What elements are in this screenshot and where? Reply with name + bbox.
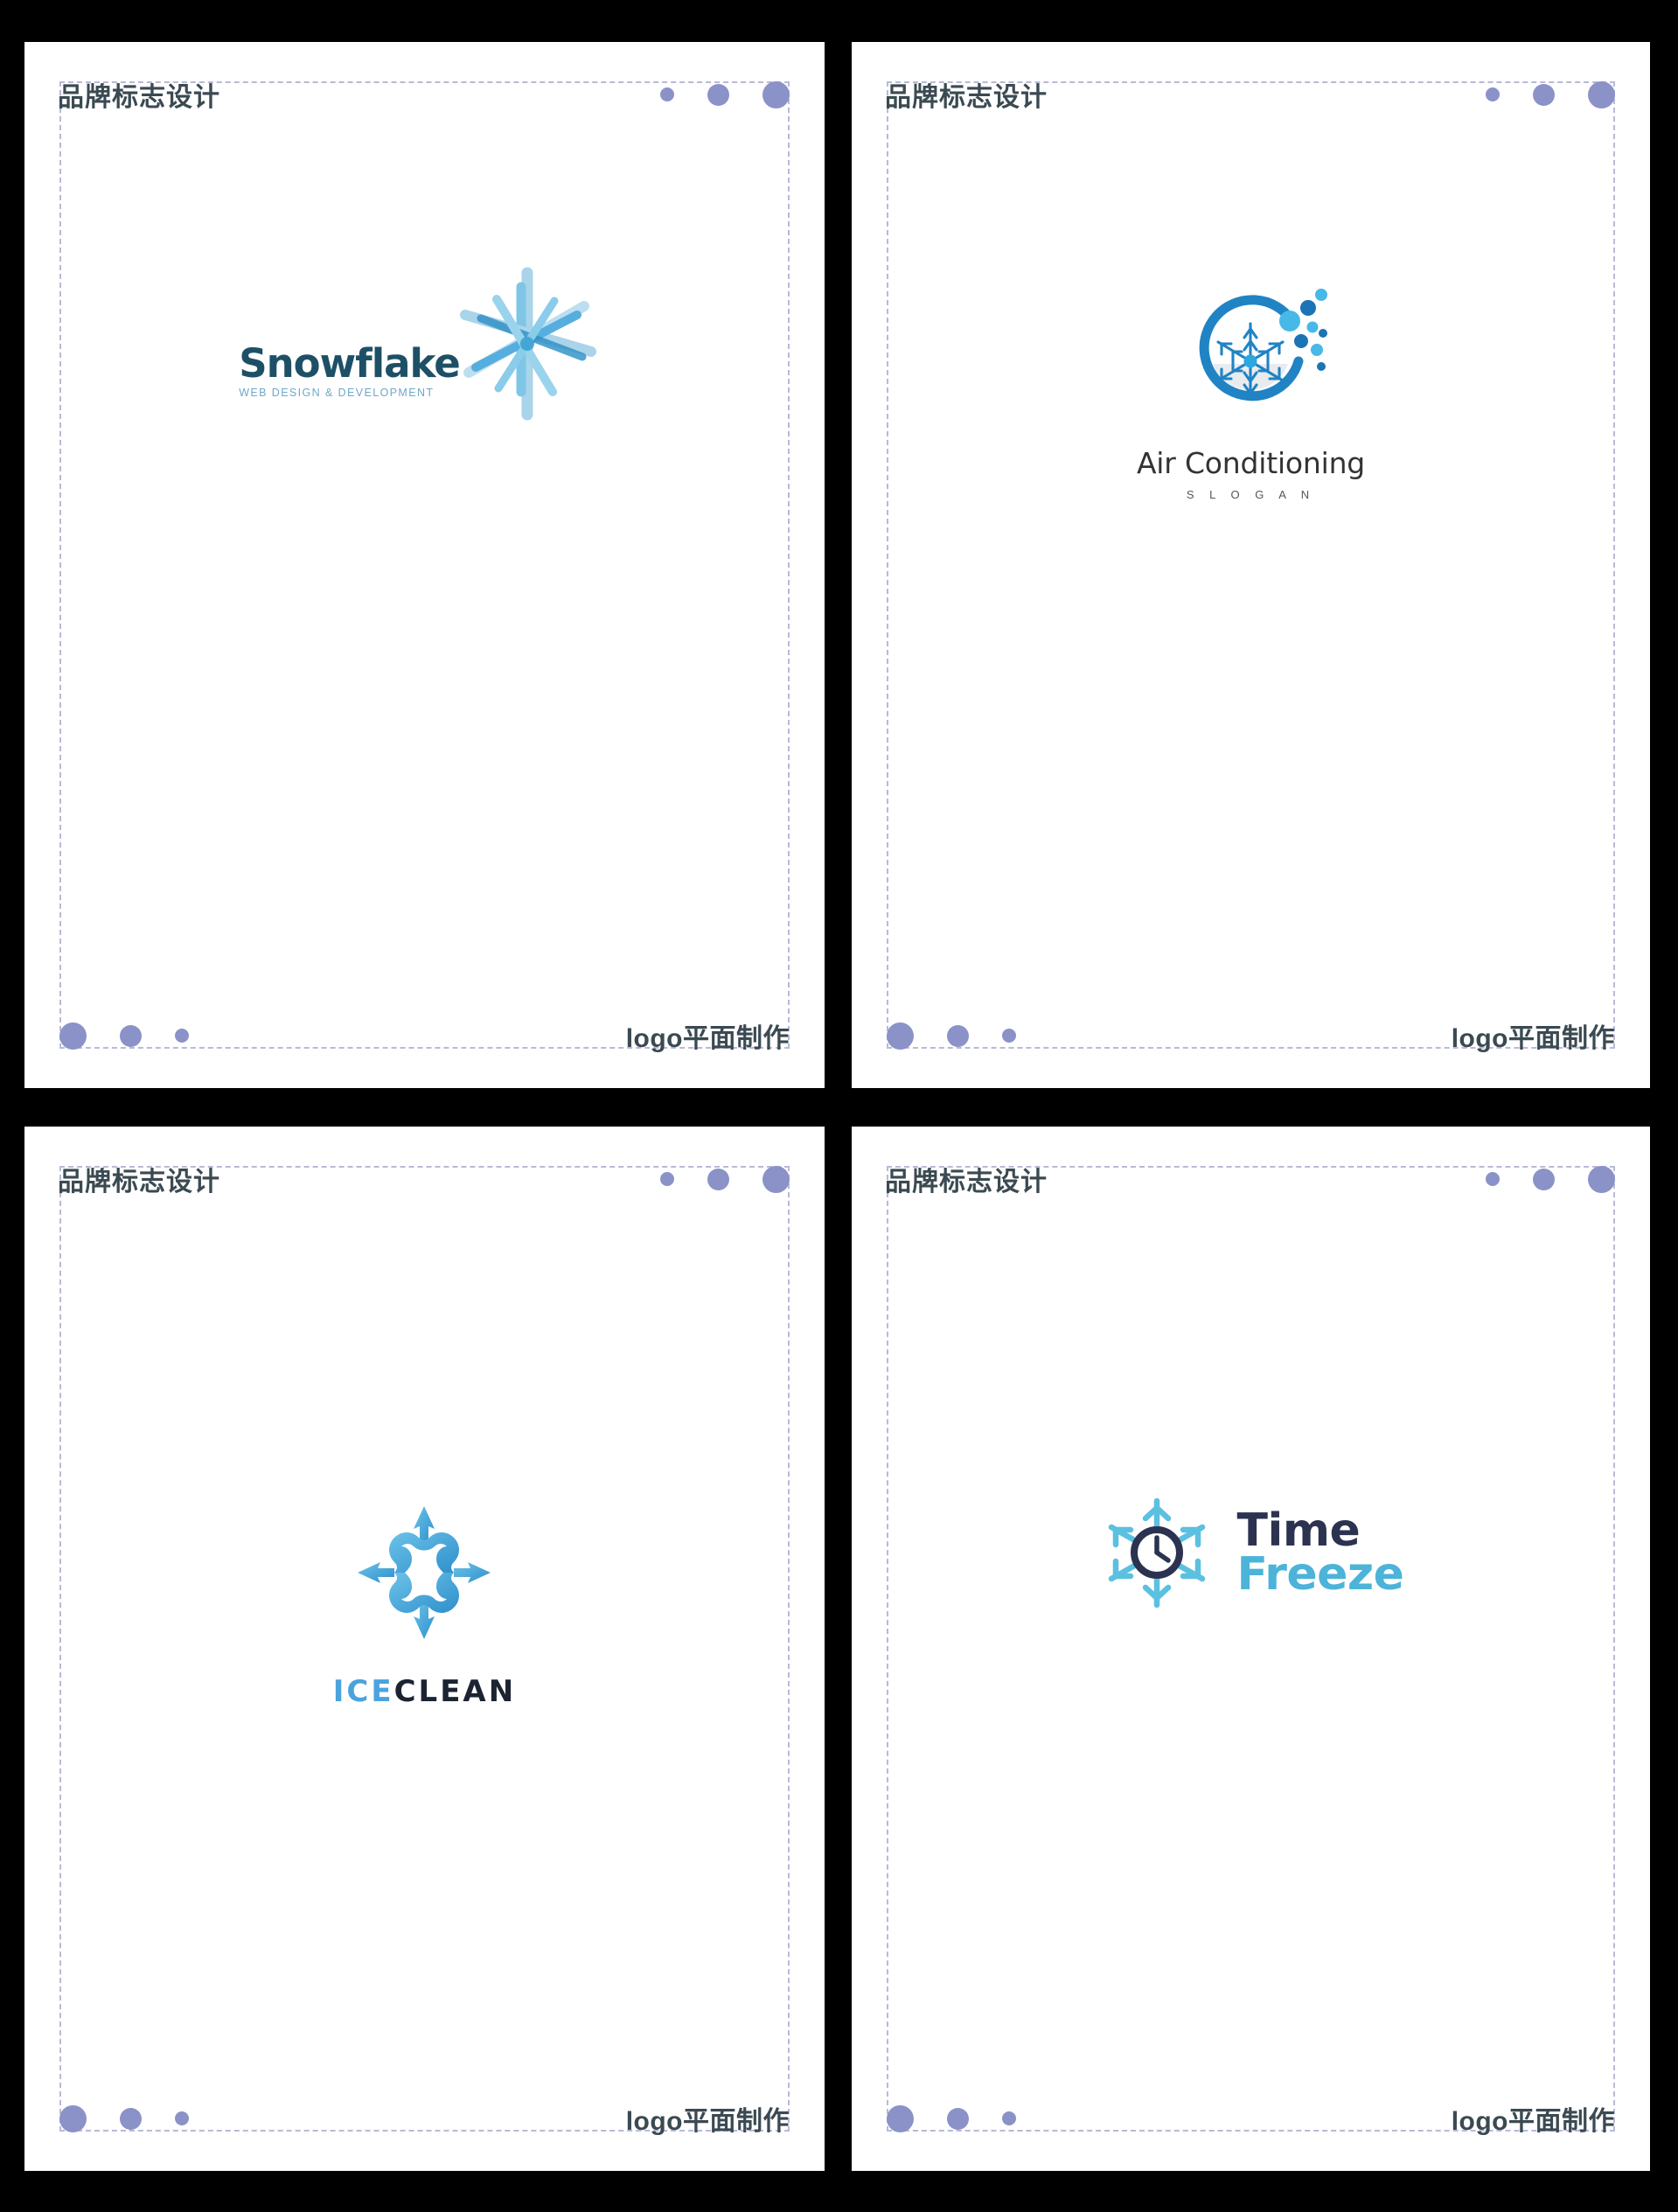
footer-dot-large	[887, 2104, 914, 2132]
header-dot-group	[660, 1165, 790, 1193]
logo-air-conditioning[interactable]: Air Conditioning S L O G A N	[1137, 278, 1365, 501]
logo-stage: ICECLEAN	[24, 1232, 825, 2066]
logo-name: Snowflake	[239, 340, 461, 387]
grid-cell-1: 品牌标志设计 Snowflake WEB DESIGN & DEVELOPMEN…	[0, 0, 825, 1088]
logo-stage: Time Freeze	[852, 1232, 1650, 2066]
footer-dot-small	[1002, 1029, 1016, 1043]
footer-dot-group	[887, 2104, 1016, 2132]
footer-label: logo平面制作	[625, 2107, 790, 2136]
header-dot-small	[1486, 1172, 1500, 1186]
logo-name: Air Conditioning	[1136, 446, 1366, 480]
logo-card-grid: 品牌标志设计 Snowflake WEB DESIGN & DEVELOPMEN…	[0, 0, 1678, 2212]
footer-dot-large	[59, 2104, 87, 2132]
page-title: 品牌标志设计	[885, 1168, 1048, 1197]
card-footer: logo平面制作	[852, 2066, 1650, 2171]
ring-snowflake-bubbles-icon	[1159, 278, 1342, 436]
logo-name-primary: ICE	[332, 1674, 394, 1709]
logo-wordmark: Time Freeze	[1236, 1504, 1404, 1601]
card-footer: logo平面制作	[24, 983, 825, 1088]
header-dot-small	[1486, 87, 1500, 101]
logo-snowflake[interactable]: Snowflake WEB DESIGN & DEVELOPMENT	[239, 261, 610, 421]
grid-cell-4: 品牌标志设计 Time Freeze logo平面制作	[825, 1088, 1678, 2212]
card-header: 品牌标志设计	[24, 42, 825, 147]
logo-stage: Snowflake WEB DESIGN & DEVELOPMENT	[24, 147, 825, 983]
card-header: 品牌标志设计	[852, 1127, 1650, 1232]
footer-dot-medium	[120, 1024, 142, 1047]
snowflake-clock-icon	[1098, 1494, 1216, 1612]
snowflake-star-icon	[444, 261, 610, 427]
card-time-freeze[interactable]: 品牌标志设计 Time Freeze logo平面制作	[852, 1127, 1650, 2171]
footer-dot-group	[887, 1022, 1016, 1050]
footer-dot-small	[1002, 2111, 1016, 2125]
logo-name-secondary: CLEAN	[393, 1674, 517, 1709]
header-dot-medium	[707, 83, 729, 106]
header-dot-group	[1486, 1165, 1615, 1193]
header-dot-small	[660, 87, 674, 101]
header-dot-large	[1588, 80, 1615, 108]
header-dot-large	[762, 80, 790, 108]
logo-subtitle: WEB DESIGN & DEVELOPMENT	[239, 387, 435, 399]
logo-name-line-1: Time	[1236, 1504, 1361, 1558]
footer-dot-large	[59, 1022, 87, 1050]
header-dot-group	[660, 80, 790, 108]
footer-dot-medium	[120, 2107, 142, 2130]
footer-dot-small	[175, 1029, 189, 1043]
footer-label: logo平面制作	[625, 1024, 790, 1053]
header-dot-group	[1486, 80, 1615, 108]
ornate-snowflake-icon	[345, 1494, 503, 1651]
footer-dot-small	[175, 2111, 189, 2125]
card-footer: logo平面制作	[852, 983, 1650, 1088]
grid-cell-2: 品牌标志设计 Air Conditioning S L O G A N logo…	[825, 0, 1678, 1088]
card-ice-clean[interactable]: 品牌标志设计 ICECLEAN logo平面制作	[24, 1127, 825, 2171]
header-dot-medium	[1533, 1168, 1555, 1190]
logo-wordmark: ICECLEAN	[333, 1674, 516, 1709]
card-header: 品牌标志设计	[852, 42, 1650, 147]
header-dot-medium	[1533, 83, 1555, 106]
card-snowflake[interactable]: 品牌标志设计 Snowflake WEB DESIGN & DEVELOPMEN…	[24, 42, 825, 1088]
page-title: 品牌标志设计	[885, 83, 1048, 112]
footer-dot-large	[887, 1022, 914, 1050]
page-title: 品牌标志设计	[58, 1168, 220, 1197]
logo-slogan: S L O G A N	[1186, 488, 1316, 501]
header-dot-small	[660, 1172, 674, 1186]
card-header: 品牌标志设计	[24, 1127, 825, 1232]
footer-dot-group	[59, 1022, 189, 1050]
header-dot-large	[762, 1165, 790, 1193]
footer-label: logo平面制作	[1451, 1024, 1615, 1053]
logo-name-line-2: Freeze	[1236, 1547, 1404, 1601]
footer-dot-group	[59, 2104, 189, 2132]
logo-time-freeze[interactable]: Time Freeze	[1098, 1494, 1404, 1612]
card-footer: logo平面制作	[24, 2066, 825, 2171]
footer-dot-medium	[947, 1024, 969, 1047]
logo-stage: Air Conditioning S L O G A N	[852, 147, 1650, 983]
page-title: 品牌标志设计	[58, 83, 220, 112]
header-dot-medium	[707, 1168, 729, 1190]
card-air-conditioning[interactable]: 品牌标志设计 Air Conditioning S L O G A N logo…	[852, 42, 1650, 1088]
grid-cell-3: 品牌标志设计 ICECLEAN logo平面制作	[0, 1088, 825, 2212]
header-dot-large	[1588, 1165, 1615, 1193]
footer-dot-medium	[947, 2107, 969, 2130]
footer-label: logo平面制作	[1451, 2107, 1615, 2136]
logo-ice-clean[interactable]: ICECLEAN	[333, 1494, 516, 1709]
